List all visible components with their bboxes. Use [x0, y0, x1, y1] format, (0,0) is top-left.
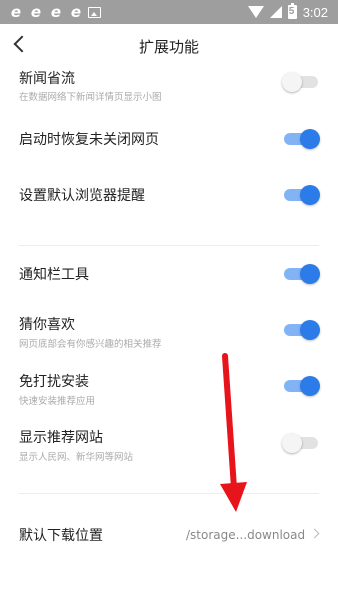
arrow-shaft [222, 353, 237, 491]
arrow-head [220, 482, 247, 512]
annotation-arrow-icon [220, 353, 247, 512]
